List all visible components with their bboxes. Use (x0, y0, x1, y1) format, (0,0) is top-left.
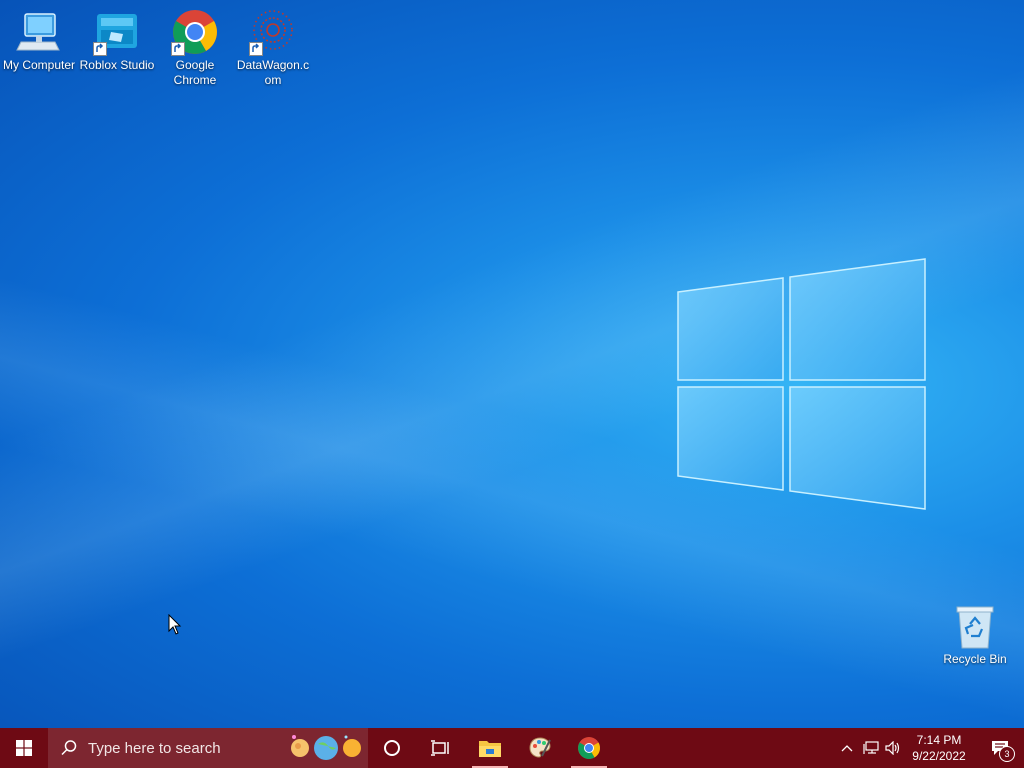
taskbar-search-box[interactable]: Type here to search (48, 728, 368, 768)
taskbar-app-file-explorer[interactable] (466, 728, 514, 768)
desktop-icon-google-chrome[interactable]: Google Chrome (156, 2, 234, 88)
shortcut-arrow-icon (249, 42, 263, 56)
chrome-icon (578, 737, 600, 759)
search-icon (61, 740, 77, 756)
search-placeholder: Type here to search (88, 739, 221, 757)
task-view-button[interactable] (416, 728, 464, 768)
cortana-icon (384, 740, 400, 756)
network-icon (863, 741, 879, 754)
taskbar-app-paint[interactable] (516, 728, 564, 768)
cortana-button[interactable] (368, 728, 416, 768)
shortcut-arrow-icon (171, 42, 185, 56)
search-highlight-icon (291, 735, 361, 760)
speaker-icon (885, 741, 900, 755)
shortcut-arrow-icon (93, 42, 107, 56)
desktop-icon-my-computer[interactable]: My Computer (0, 2, 78, 73)
file-explorer-icon (479, 741, 501, 757)
desktop-icon-datawagon[interactable]: DataWagon.com (234, 2, 312, 88)
paint-icon (529, 737, 551, 758)
roblox-studio-icon (93, 8, 141, 56)
action-center-button[interactable]: 3 (976, 728, 1024, 768)
taskbar: Type here to search 7:14 PM 9/22/2022 3 (0, 728, 1024, 768)
desktop-icon-roblox-studio[interactable]: Roblox Studio (78, 2, 156, 73)
datawagon-icon (249, 8, 297, 56)
network-button[interactable] (860, 728, 882, 768)
windows-start-icon (16, 740, 32, 756)
task-view-icon (431, 740, 449, 756)
taskbar-clock[interactable]: 7:14 PM 9/22/2022 (904, 728, 974, 768)
chrome-icon (171, 8, 219, 56)
computer-icon (15, 8, 63, 56)
clock-time: 7:14 PM (916, 733, 962, 747)
taskbar-app-chrome[interactable] (565, 728, 613, 768)
recycle-bin-icon (951, 602, 999, 650)
windows-wallpaper-logo (677, 258, 926, 510)
chevron-up-icon (841, 745, 853, 752)
desktop-icon-recycle-bin[interactable]: Recycle Bin (936, 596, 1014, 667)
notification-count-badge: 3 (999, 746, 1015, 762)
start-button[interactable] (0, 728, 48, 768)
clock-date: 9/22/2022 (912, 749, 966, 763)
mouse-cursor-icon (168, 614, 182, 635)
volume-button[interactable] (882, 728, 904, 768)
show-hidden-icons-button[interactable] (836, 728, 858, 768)
